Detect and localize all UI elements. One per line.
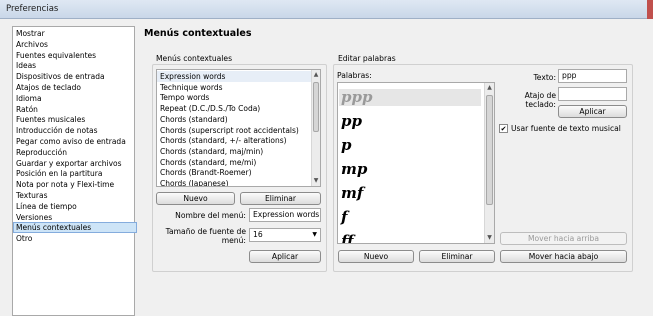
words-list-label: Palabras: [337, 71, 372, 80]
category-item[interactable]: Archivos [13, 39, 137, 50]
word-list-item[interactable]: mp [341, 161, 367, 178]
category-item[interactable]: Otro [13, 233, 137, 244]
menu-name-label: Nombre del menú: [175, 211, 246, 220]
font-size-label: Tamaño de fuente de menú: [165, 227, 246, 245]
word-list-item[interactable]: mf [341, 185, 363, 202]
scroll-down-arrow-icon[interactable]: ▼ [485, 233, 494, 243]
chevron-down-icon: ▼ [312, 231, 317, 238]
category-item[interactable]: Reproducción [13, 147, 137, 158]
move-up-button[interactable]: Mover hacia arriba [500, 232, 627, 245]
category-list[interactable]: Mostrar Archivos Fuentes equivalentes Ideas… [12, 26, 137, 316]
scroll-thumb[interactable] [313, 82, 319, 132]
menu-name-input[interactable]: Expression words [249, 208, 321, 222]
category-item[interactable]: Guardar y exportar archivos [13, 158, 137, 169]
menus-list[interactable]: Expression words Technique words Tempo wor… [156, 69, 321, 187]
menu-list-item[interactable]: Chords (superscript root accidentals) [157, 125, 311, 136]
category-item[interactable]: Posición en la partitura [13, 168, 137, 179]
word-list-item[interactable]: ff [341, 233, 353, 244]
window-title: Preferencias [6, 4, 59, 14]
menus-list-scrollbar[interactable]: ▲ ▼ [311, 70, 320, 186]
category-item[interactable]: Ratón [13, 104, 137, 115]
menu-list-item[interactable]: Chords (standard, me/mi) [157, 157, 311, 168]
shortcut-input[interactable] [558, 87, 627, 101]
category-item[interactable]: Dispositivos de entrada [13, 71, 137, 82]
delete-word-button[interactable]: Eliminar [419, 250, 495, 263]
use-music-font-checkbox[interactable]: ✔ [499, 124, 508, 133]
new-word-button[interactable]: Nuevo [338, 250, 414, 263]
close-window-button[interactable] [647, 0, 653, 19]
menu-list-item[interactable]: Expression words [157, 71, 311, 82]
category-item[interactable]: Fuentes equivalentes [13, 50, 137, 61]
menu-list-item[interactable]: Chords (Japanese) [157, 178, 311, 186]
words-list-scrollbar[interactable]: ▲ ▼ [484, 83, 494, 243]
apply-word-button[interactable]: Aplicar [558, 105, 627, 118]
text-input[interactable]: ppp [558, 69, 627, 83]
title-bar: Preferencias [0, 0, 653, 19]
menu-list-item[interactable]: Chords (Brandt-Roemer) [157, 167, 311, 178]
word-list-item[interactable]: f [341, 209, 347, 226]
category-item[interactable]: Texturas [13, 190, 137, 201]
use-music-font-label: Usar fuente de texto musical [511, 124, 621, 133]
menu-list-item[interactable]: Chords (standard, maj/min) [157, 146, 311, 157]
scroll-thumb[interactable] [486, 95, 493, 205]
category-item[interactable]: Ideas [13, 60, 137, 71]
word-list-item[interactable]: ppp [339, 89, 481, 106]
move-down-button[interactable]: Mover hacia abajo [500, 250, 627, 263]
word-list-item[interactable]: pp [341, 113, 362, 130]
menu-list-item[interactable]: Repeat (D.C./D.S./To Coda) [157, 103, 311, 114]
category-item[interactable]: Pegar como aviso de entrada [13, 136, 137, 147]
category-item[interactable]: Fuentes musicales [13, 114, 137, 125]
menu-list-item[interactable]: Tempo words [157, 92, 311, 103]
category-item[interactable]: Nota por nota y Flexi-time [13, 179, 137, 190]
word-list-item[interactable]: p [341, 137, 352, 154]
category-item[interactable]: Línea de tiempo [13, 201, 137, 212]
words-section-header: Editar palabras [338, 54, 396, 63]
scroll-up-arrow-icon[interactable]: ▲ [485, 83, 494, 93]
new-menu-button[interactable]: Nuevo [156, 192, 235, 205]
page-title: Menús contextuales [144, 28, 252, 39]
menu-list-item[interactable]: Chords (standard) [157, 114, 311, 125]
apply-menu-button[interactable]: Aplicar [249, 250, 321, 263]
text-label: Texto: [533, 73, 556, 82]
category-item[interactable]: Introducción de notas [13, 125, 137, 136]
delete-menu-button[interactable]: Eliminar [240, 192, 321, 205]
scroll-down-arrow-icon[interactable]: ▼ [312, 176, 320, 186]
menus-section-header: Menús contextuales [156, 54, 233, 63]
font-size-value: 16 [253, 230, 263, 239]
category-item[interactable]: Versiones [13, 212, 137, 223]
words-list[interactable]: ppp pp p mp mf f ff [337, 82, 495, 244]
menu-list-item[interactable]: Technique words [157, 82, 311, 93]
category-item[interactable]: Menús contextuales [13, 222, 137, 234]
font-size-select[interactable]: 16 ▼ [249, 228, 321, 242]
category-item[interactable]: Mostrar [13, 28, 137, 39]
checkmark-icon: ✔ [500, 125, 507, 133]
category-item[interactable]: Idioma [13, 93, 137, 104]
shortcut-label: Atajo de teclado: [524, 91, 556, 109]
category-item[interactable]: Atajos de teclado [13, 82, 137, 93]
menu-list-item[interactable]: Chords (standard, +/- alterations) [157, 135, 311, 146]
scroll-up-arrow-icon[interactable]: ▲ [312, 70, 320, 80]
